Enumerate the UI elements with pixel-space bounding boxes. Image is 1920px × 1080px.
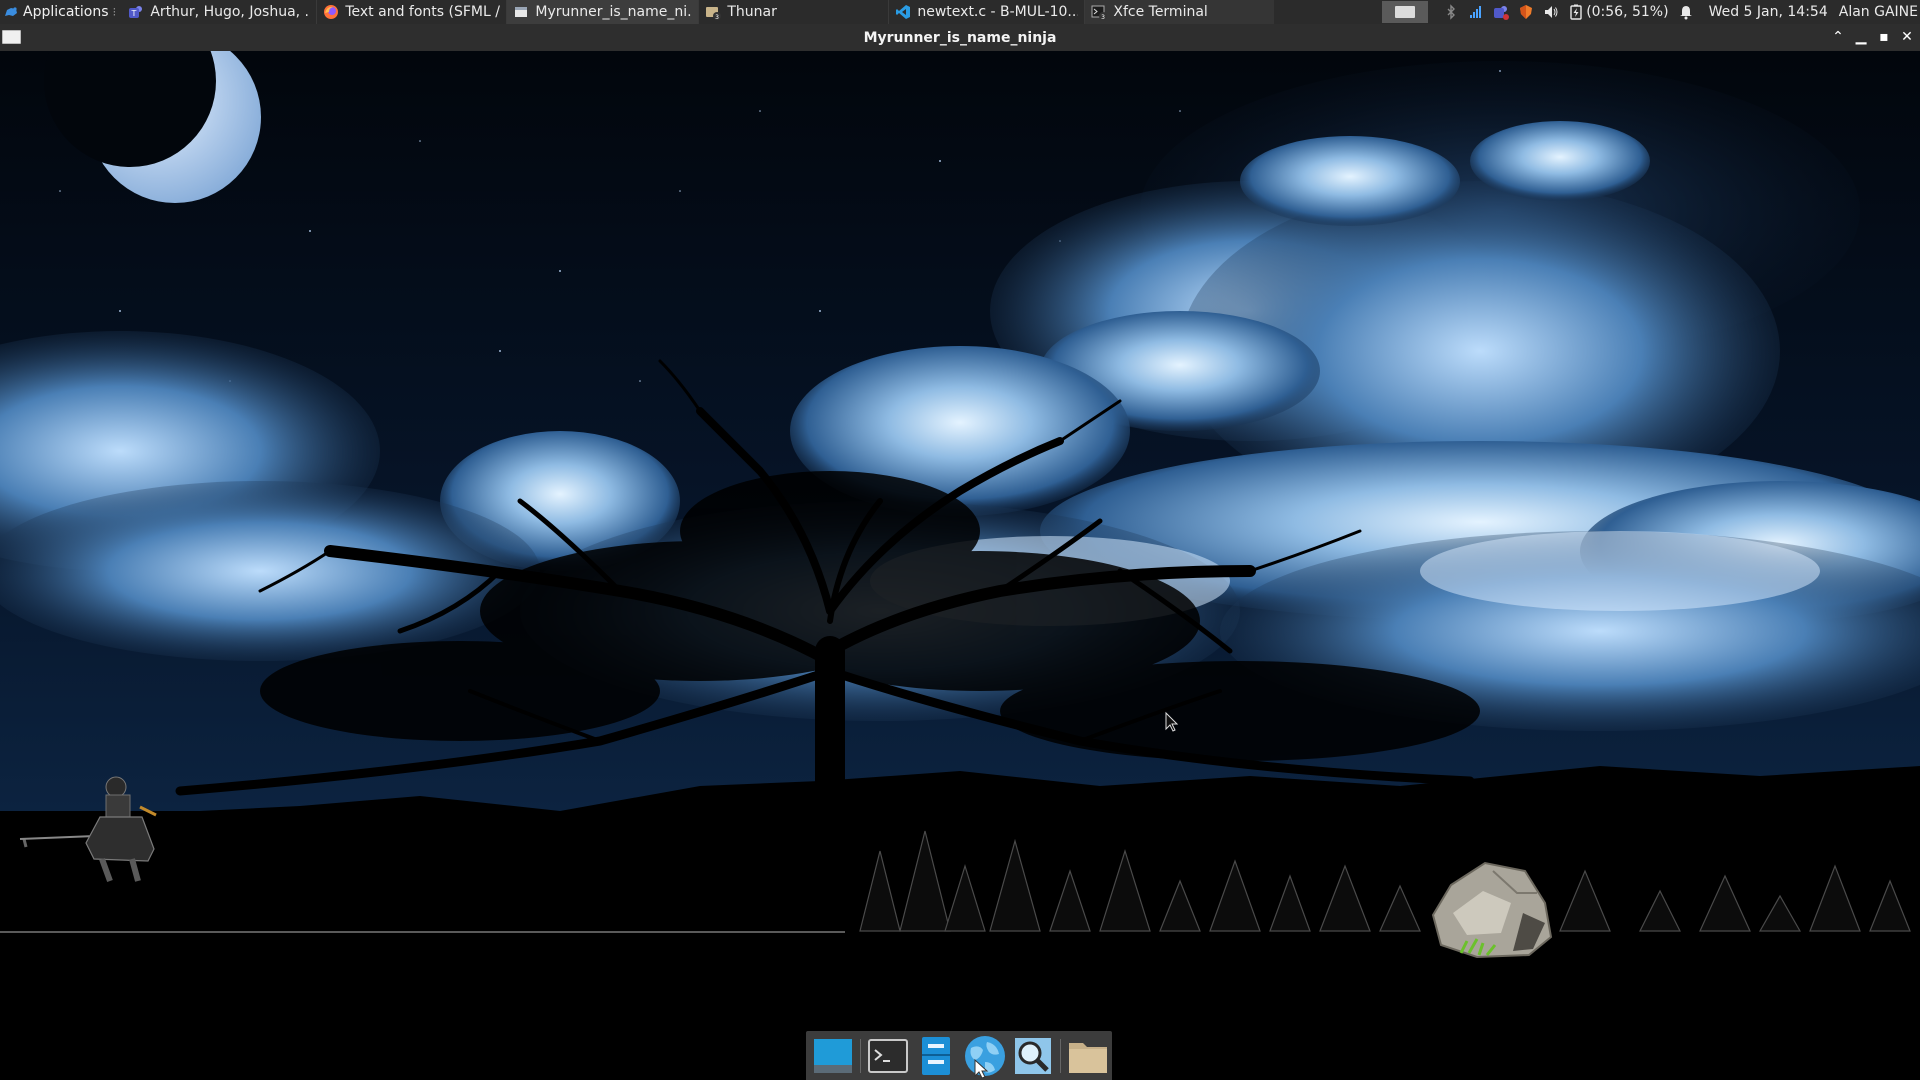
applications-menu[interactable]: Applications ⁝	[0, 0, 122, 24]
task-firefox[interactable]: Text and fonts (SFML / ...	[316, 0, 506, 24]
web-browser-globe-icon	[964, 1035, 1005, 1078]
applications-label: Applications	[23, 4, 109, 20]
maximize-icon[interactable]: ▪	[1877, 24, 1891, 51]
shade-icon[interactable]: ⌃	[1831, 24, 1845, 51]
game-scene	[0, 51, 1920, 1080]
vscode-icon	[895, 4, 911, 20]
minimize-icon[interactable]: ▁	[1854, 24, 1868, 51]
workspace-switcher[interactable]	[1382, 1, 1429, 23]
battery-charging-icon	[1568, 4, 1584, 20]
top-panel: Applications ⁝ T Arthur, Hugo, Joshua, .…	[0, 0, 1920, 24]
terminal-icon	[867, 1038, 908, 1073]
close-icon[interactable]: ✕	[1900, 24, 1914, 51]
dock-app-finder-button[interactable]	[1009, 1033, 1058, 1079]
task-label: Xfce Terminal	[1113, 4, 1208, 20]
thunar-icon: 3	[705, 4, 722, 21]
dock-browser-button[interactable]	[960, 1033, 1009, 1079]
dock-home-folder-button[interactable]	[1063, 1033, 1112, 1079]
task-label: Arthur, Hugo, Joshua, ...	[150, 4, 311, 20]
volume-icon[interactable]	[1543, 4, 1559, 20]
battery-label: (0:56, 51%)	[1586, 4, 1669, 20]
task-label: Myrunner_is_name_ni...	[535, 4, 693, 20]
panel-separator: ⁝	[112, 5, 117, 19]
xfce-mouse-icon	[3, 4, 19, 20]
bluetooth-icon[interactable]	[1443, 4, 1459, 20]
task-thunar[interactable]: 3 Thunar	[698, 0, 888, 24]
teams-tray-icon[interactable]	[1493, 4, 1510, 20]
task-label: Text and fonts (SFML / ...	[345, 4, 500, 20]
window-title: Myrunner_is_name_ninja	[863, 29, 1057, 46]
system-tray: (0:56, 51%) Wed 5 Jan, 14:54 Alan GAINE	[1382, 0, 1920, 24]
clock[interactable]: Wed 5 Jan, 14:54	[1709, 4, 1828, 20]
user-name[interactable]: Alan GAINE	[1839, 4, 1918, 20]
game-viewport[interactable]	[0, 51, 1920, 1080]
show-desktop-button[interactable]	[809, 1033, 858, 1079]
shield-update-icon[interactable]	[1518, 4, 1534, 20]
badge-count: 3	[715, 14, 719, 20]
network-signal-icon[interactable]	[1468, 4, 1484, 20]
task-myrunner[interactable]: Myrunner_is_name_ni...	[506, 0, 699, 24]
task-label: newtext.c - B-MUL-10...	[917, 4, 1079, 20]
window-menu-button[interactable]	[2, 30, 21, 44]
file-cabinet-icon	[922, 1036, 951, 1075]
dock-terminal-button[interactable]	[863, 1033, 912, 1079]
window-icon	[513, 4, 529, 20]
window-titlebar[interactable]: Myrunner_is_name_ninja ⌃ ▁ ▪ ✕	[0, 24, 1920, 51]
teams-icon: T	[128, 4, 144, 20]
folder-icon	[1068, 1042, 1107, 1073]
task-terminal[interactable]: 3 Xfce Terminal	[1084, 0, 1275, 24]
dock-file-manager-button[interactable]	[912, 1033, 961, 1079]
terminal-icon: 3	[1091, 4, 1108, 21]
task-vscode[interactable]: newtext.c - B-MUL-10...	[888, 0, 1084, 24]
dock-separator	[1059, 1038, 1062, 1073]
task-label: Thunar	[727, 4, 777, 20]
svg-text:T: T	[131, 9, 137, 18]
task-teams[interactable]: T Arthur, Hugo, Joshua, ...	[122, 0, 316, 24]
battery-indicator[interactable]: (0:56, 51%)	[1568, 4, 1669, 20]
dock	[806, 1031, 1112, 1080]
show-desktop-icon	[814, 1038, 853, 1073]
magnifier-search-icon	[1015, 1037, 1052, 1074]
firefox-icon	[323, 4, 339, 20]
notification-bell-icon[interactable]	[1678, 4, 1694, 20]
window-controls: ⌃ ▁ ▪ ✕	[1831, 24, 1914, 51]
dock-separator	[859, 1038, 862, 1073]
badge-count: 3	[1101, 14, 1105, 20]
